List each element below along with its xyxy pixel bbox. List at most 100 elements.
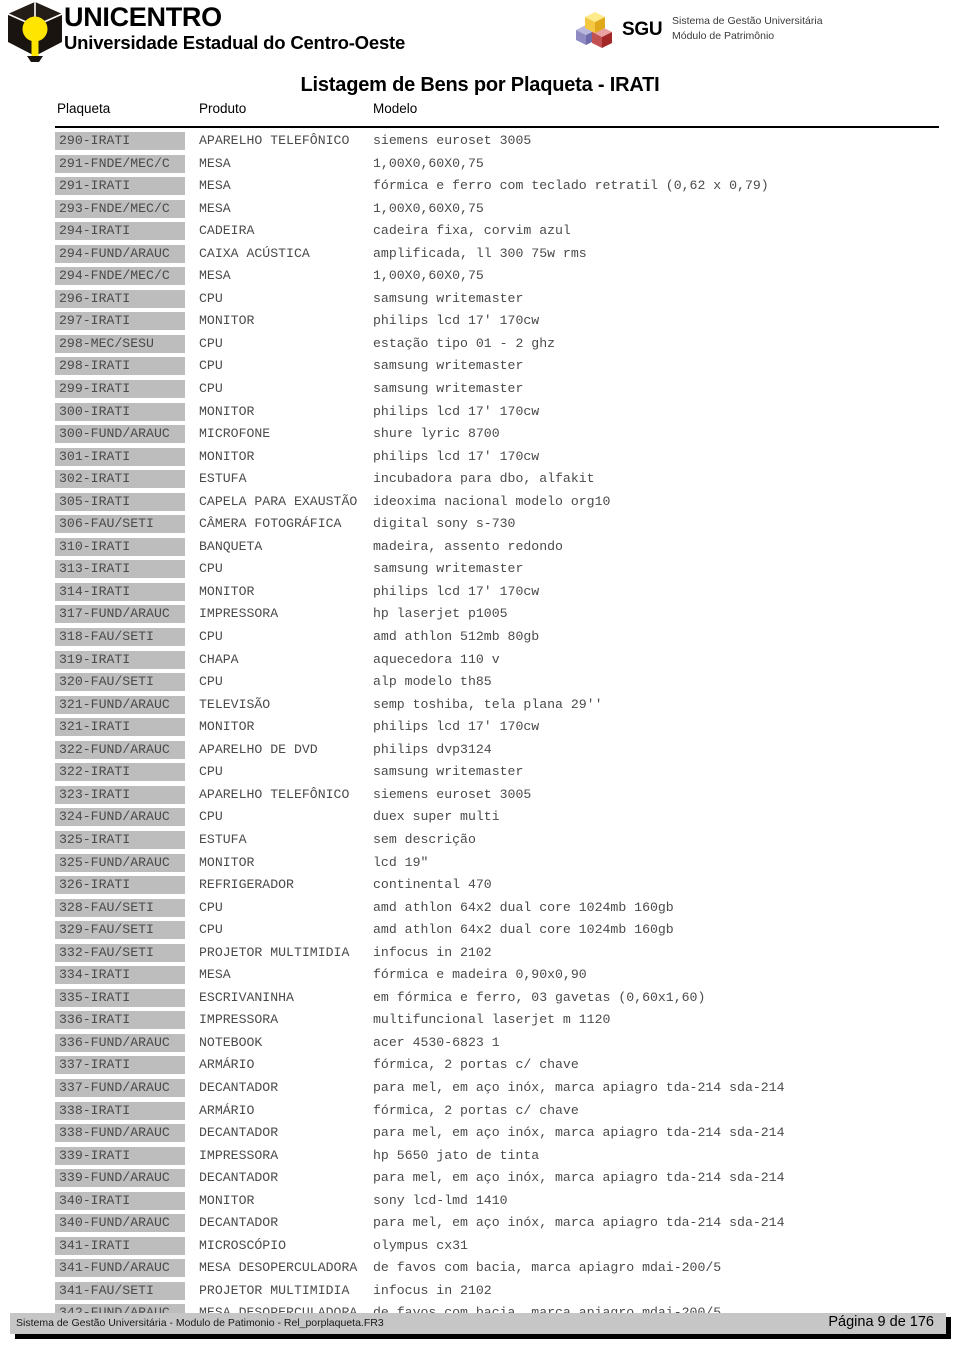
- cell-produto: MESA DESOPERCULADORA: [199, 1260, 358, 1276]
- cell-plaqueta: 337-IRATI: [55, 1056, 185, 1075]
- cell-modelo: para mel, em aço inóx, marca apiagro tda…: [373, 1079, 785, 1095]
- page-footer: Sistema de Gestão Universitária - Modulo…: [10, 1313, 946, 1334]
- cell-produto: APARELHO TELEFÔNICO: [199, 133, 350, 148]
- cell-modelo: samsung writemaster: [373, 561, 524, 577]
- cell-modelo: 1,00X0,60X0,75: [373, 200, 484, 216]
- cell-plaqueta: 300-IRATI: [55, 402, 185, 421]
- cell-plaqueta: 341-IRATI: [55, 1236, 185, 1255]
- cell-modelo: sem descrição: [373, 831, 476, 847]
- cell-modelo: samsung writemaster: [373, 764, 524, 780]
- cell-modelo: lcd 19": [373, 854, 429, 870]
- cell-plaqueta: 321-FUND/ARAUC: [55, 695, 185, 714]
- table-row: 337-IRATI ARMÁRIO fórmica, 2 portas c/ cha…: [0, 1055, 960, 1078]
- cell-produto: MICROFONE: [199, 426, 271, 442]
- cell-produto: CPU: [199, 899, 223, 915]
- table-row: 320-FAU/SETI CPU alp modelo th85: [0, 672, 960, 695]
- table-row: 322-IRATI CPU samsung writemaster: [0, 762, 960, 785]
- cell-produto: IMPRESSORA: [199, 1147, 279, 1163]
- cell-plaqueta: 319-IRATI: [55, 650, 185, 669]
- cell-produto: IMPRESSORA: [199, 1012, 279, 1028]
- cell-modelo: siemens euroset 3005: [373, 786, 532, 802]
- cell-modelo: philips lcd 17' 170cw: [373, 448, 540, 464]
- cell-modelo: para mel, em aço inóx, marca apiagro tda…: [373, 1170, 785, 1186]
- cell-plaqueta: 337-FUND/ARAUC: [55, 1078, 185, 1097]
- table-row: 334-IRATI MESA fórmica e madeira 0,90x0,90: [0, 965, 960, 988]
- sgu-abbr: SGU: [622, 19, 663, 40]
- cell-modelo: fórmica, 2 portas c/ chave: [373, 1057, 579, 1073]
- cell-plaqueta: 341-FUND/ARAUC: [55, 1259, 185, 1278]
- cell-modelo: em fórmica e ferro, 03 gavetas (0,60x1,6…: [373, 989, 706, 1005]
- cell-plaqueta: 294-FNDE/MEC/C: [55, 267, 185, 286]
- institution-subtitle: Universidade Estadual do Centro-Oeste: [64, 32, 406, 53]
- table-row: 306-FAU/SETI CÂMERA FOTOGRÁFICA digital so…: [0, 514, 960, 537]
- cell-modelo: infocus in 2102: [373, 1282, 492, 1298]
- cell-produto: PROJETOR MULTIMIDIA: [199, 1282, 350, 1298]
- cell-plaqueta: 328-FAU/SETI: [55, 898, 185, 917]
- cell-produto: CPU: [199, 335, 223, 351]
- table-row: 318-FAU/SETI CPU amd athlon 512mb 80gb: [0, 627, 960, 650]
- cell-modelo: shure lyric 8700: [373, 426, 500, 442]
- cell-plaqueta: 336-IRATI: [55, 1011, 185, 1030]
- cell-plaqueta: 332-FAU/SETI: [55, 943, 185, 962]
- footer-shadow-right: [946, 1317, 951, 1338]
- table-row: 293-FNDE/MEC/C MESA 1,00X0,60X0,75: [0, 199, 960, 222]
- table-row: 291-FNDE/MEC/C MESA 1,00X0,60X0,75: [0, 154, 960, 177]
- table-row: 321-IRATI MONITOR philips lcd 17' 170cw: [0, 717, 960, 740]
- cell-produto: REFRIGERADOR: [199, 877, 294, 893]
- table-row: 294-FNDE/MEC/C MESA 1,00X0,60X0,75: [0, 266, 960, 289]
- cell-modelo: philips lcd 17' 170cw: [373, 313, 540, 329]
- cell-produto: MESA: [199, 200, 231, 216]
- cell-plaqueta: 336-FUND/ARAUC: [55, 1033, 185, 1052]
- cell-modelo: fórmica, 2 portas c/ chave: [373, 1102, 579, 1118]
- cell-produto: DECANTADOR: [199, 1125, 279, 1141]
- cell-plaqueta: 297-IRATI: [55, 312, 185, 331]
- cell-produto: ESTUFA: [199, 831, 247, 847]
- cell-modelo: amd athlon 64x2 dual core 1024mb 160gb: [373, 899, 674, 915]
- cell-produto: ARMÁRIO: [199, 1102, 255, 1118]
- cell-plaqueta: 340-IRATI: [55, 1191, 185, 1210]
- page-header: UNICENTRO Universidade Estadual do Centr…: [0, 0, 960, 62]
- table-row: 340-IRATI MONITOR sony lcd-lmd 1410: [0, 1191, 960, 1214]
- footer-page-number: Página 9 de 176: [828, 1314, 934, 1330]
- cell-plaqueta: 335-IRATI: [55, 988, 185, 1007]
- table-row: 338-IRATI ARMÁRIO fórmica, 2 portas c/ cha…: [0, 1101, 960, 1124]
- table-row: 341-IRATI MICROSCÓPIO olympus cx31: [0, 1236, 960, 1259]
- cell-modelo: amd athlon 64x2 dual core 1024mb 160gb: [373, 922, 674, 938]
- cell-plaqueta: 298-IRATI: [55, 357, 185, 376]
- sgu-line-2: Módulo de Patrimônio: [672, 30, 775, 42]
- footer-shadow-bottom: [15, 1334, 951, 1339]
- cell-plaqueta: 322-IRATI: [55, 763, 185, 782]
- cell-produto: PROJETOR MULTIMIDIA: [199, 944, 350, 960]
- cell-produto: MESA: [199, 967, 231, 983]
- cell-produto: MESA: [199, 178, 231, 194]
- table-row: 339-FUND/ARAUC DECANTADOR para mel, em aço…: [0, 1168, 960, 1191]
- cell-plaqueta: 300-FUND/ARAUC: [55, 425, 185, 444]
- cell-produto: CPU: [199, 764, 223, 780]
- table-row: 305-IRATI CAPELA PARA EXAUSTÃO ideoxima na…: [0, 492, 960, 515]
- cell-plaqueta: 338-IRATI: [55, 1101, 185, 1120]
- table-row: 296-IRATI CPU samsung writemaster: [0, 289, 960, 312]
- cell-modelo: estação tipo 01 - 2 ghz: [373, 335, 556, 351]
- cell-modelo: semp toshiba, tela plana 29'': [373, 696, 603, 712]
- table-row: 310-IRATI BANQUETA madeira, assento redond…: [0, 537, 960, 560]
- table-row: 294-IRATI CADEIRA cadeira fixa, corvim azu…: [0, 221, 960, 244]
- table-row: 338-FUND/ARAUC DECANTADOR para mel, em aço…: [0, 1123, 960, 1146]
- column-header-produto: Produto: [199, 101, 247, 116]
- cell-produto: MONITOR: [199, 583, 255, 599]
- cell-produto: APARELHO DE DVD: [199, 741, 318, 757]
- cell-produto: MONITOR: [199, 403, 255, 419]
- unicentro-wordmark: UNICENTRO Universidade Estadual do Centr…: [64, 2, 405, 54]
- table-row: 339-IRATI IMPRESSORA hp 5650 jato de tinta: [0, 1146, 960, 1169]
- cell-plaqueta: 296-IRATI: [55, 289, 185, 308]
- cell-modelo: infocus in 2102: [373, 944, 492, 960]
- cell-modelo: fórmica e madeira 0,90x0,90: [373, 967, 587, 983]
- cell-produto: DECANTADOR: [199, 1079, 279, 1095]
- cell-modelo: hp laserjet p1005: [373, 606, 508, 622]
- cell-modelo: amd athlon 512mb 80gb: [373, 629, 540, 645]
- cell-plaqueta: 306-FAU/SETI: [55, 515, 185, 534]
- table-row: 336-IRATI IMPRESSORA multifuncional laserj…: [0, 1010, 960, 1033]
- cell-produto: CPU: [199, 561, 223, 577]
- table-row: 335-IRATI ESCRIVANINHA em fórmica e ferro,…: [0, 988, 960, 1011]
- cell-produto: ESTUFA: [199, 471, 247, 487]
- cell-modelo: alp modelo th85: [373, 674, 492, 690]
